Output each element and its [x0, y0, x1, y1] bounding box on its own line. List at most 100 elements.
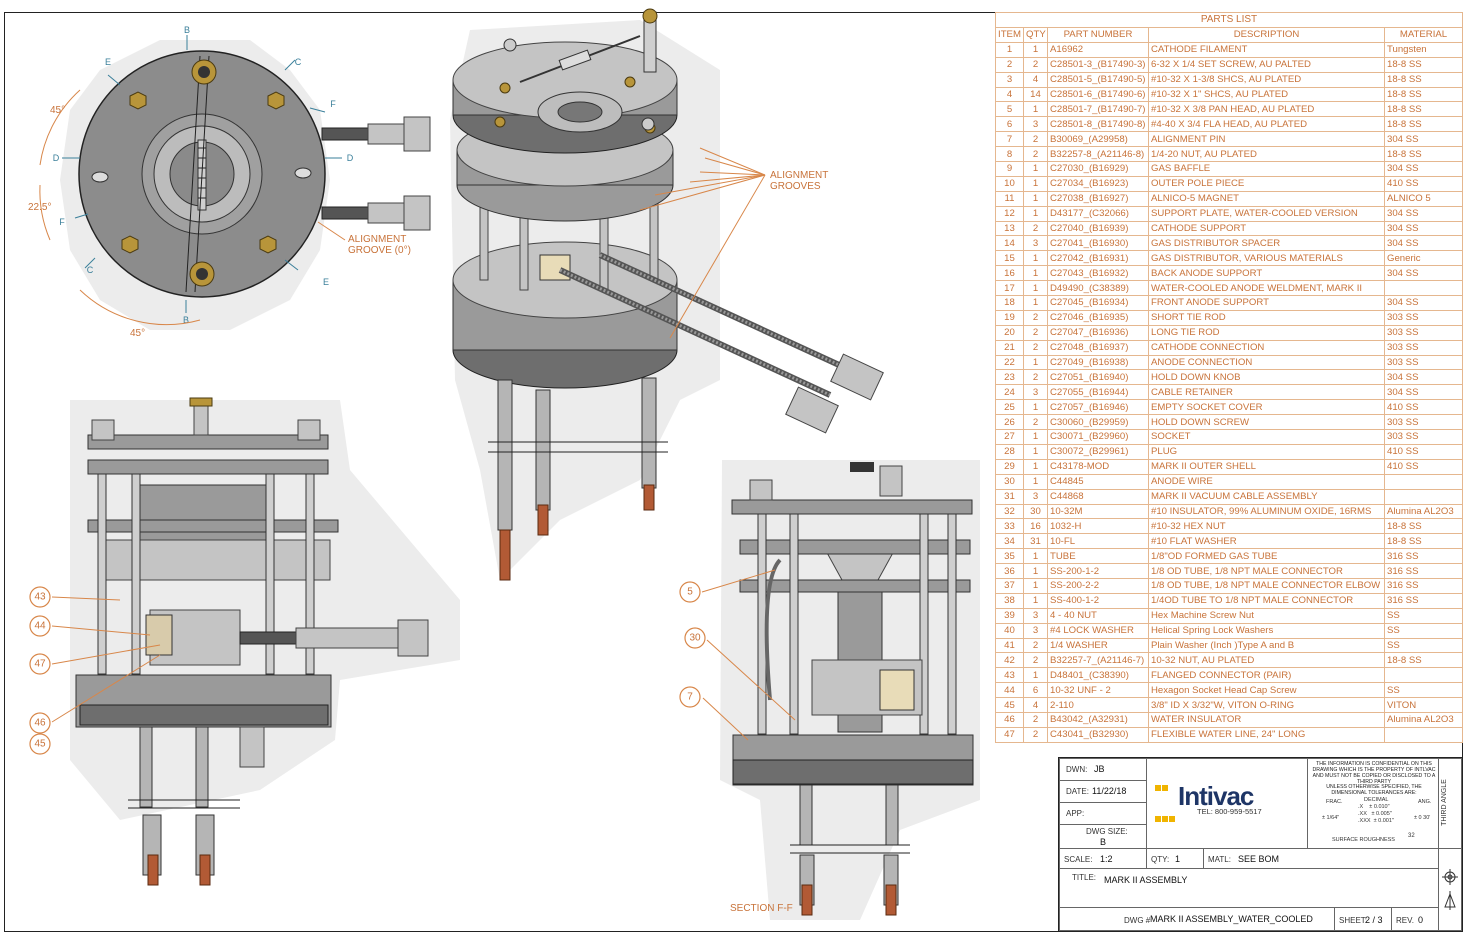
cell-description: 1/4OD TUBE TO 1/8 NPT MALE CONNECTOR — [1148, 592, 1385, 609]
cell-item: 26 — [995, 414, 1024, 431]
cell-qty: 2 — [1023, 56, 1048, 73]
col-description: DESCRIPTION — [1148, 27, 1385, 43]
surface-roughness-label: SURFACE ROUGHNESS — [1332, 837, 1395, 843]
cell-qty: 2 — [1023, 637, 1048, 654]
cell-part-number: C27055_(B16944) — [1047, 384, 1149, 401]
top-view: B B C C D D E E F F 45° 22.5° 45° ALIGNM… — [28, 25, 431, 339]
cell-qty: 1 — [1023, 577, 1048, 594]
cell-part-number: SS-200-2-2 — [1047, 577, 1149, 594]
parts-list-row: 20 2 C27047_(B16936) LONG TIE ROD 303 SS — [995, 324, 1463, 341]
cell-material — [1384, 473, 1463, 490]
cell-item: 1 — [995, 41, 1024, 58]
cell-qty: 1 — [1023, 399, 1048, 416]
cell-material: 316 SS — [1384, 548, 1463, 565]
tolerance-cell: THE INFORMATION IS CONFIDENTIAL ON THIS … — [1307, 758, 1439, 849]
dwg-size-value: B — [1100, 837, 1107, 847]
cell-part-number: B32257-7_(A21146-7) — [1047, 652, 1149, 669]
decimal-label: DECIMAL — [1364, 797, 1389, 803]
cell-part-number: B30069_(A29958) — [1047, 131, 1149, 148]
cell-part-number: C44845 — [1047, 473, 1149, 490]
cell-qty: 4 — [1023, 697, 1048, 713]
ang-value: ± 0 30' — [1414, 815, 1431, 821]
cell-description: FLANGED CONNECTOR (PAIR) — [1148, 667, 1385, 684]
cell-item: 43 — [995, 667, 1024, 684]
cell-material: 18-8 SS — [1384, 116, 1463, 133]
dwn-cell: DWN: JB — [1059, 758, 1147, 781]
cell-material: Tungsten — [1384, 41, 1463, 58]
date-value: 11/22/18 — [1092, 786, 1127, 796]
cell-qty: 2 — [1023, 369, 1048, 386]
cell-item: 4 — [995, 86, 1024, 103]
cell-description: WATER-COOLED ANODE WELDMENT, MARK II — [1148, 280, 1385, 297]
cell-part-number: D43177_(C32066) — [1047, 205, 1149, 222]
cell-qty: 30 — [1023, 503, 1048, 520]
parts-list-table: PARTS LIST ITEM QTY PART NUMBER DESCRIPT… — [995, 12, 1463, 743]
cell-item: 47 — [995, 726, 1024, 743]
cell-item: 14 — [995, 235, 1024, 252]
cell-qty: 2 — [1023, 339, 1048, 356]
cell-part-number: 4 - 40 NUT — [1047, 607, 1149, 624]
cell-item: 20 — [995, 324, 1024, 341]
view-letter-e-bottom: E — [323, 277, 329, 287]
parts-list-row: 4 14 C28501-6_(B17490-6) #10-32 X 1" SHCS, … — [995, 86, 1463, 103]
cell-qty: 1 — [1023, 161, 1048, 177]
cell-description: Hexagon Socket Head Cap Screw — [1148, 682, 1385, 699]
cell-part-number: #4 LOCK WASHER — [1047, 622, 1149, 639]
cell-item: 29 — [995, 458, 1024, 475]
cell-material: 303 SS — [1384, 354, 1463, 371]
cell-material: 18-8 SS — [1384, 101, 1463, 118]
title-cell: TITLE: MARK II ASSEMBLY — [1059, 868, 1439, 908]
cell-material: 304 SS — [1384, 369, 1463, 386]
cell-item: 11 — [995, 190, 1024, 207]
parts-list-row: 21 2 C27048_(B16937) CATHODE CONNECTION 303 … — [995, 339, 1463, 356]
cell-item: 33 — [995, 518, 1024, 535]
drawing-views: B B C C D D E E F F 45° 22.5° 45° ALIGNM… — [28, 8, 980, 920]
cell-description: WATER INSULATOR — [1148, 711, 1385, 728]
cell-material: SS — [1384, 682, 1463, 699]
cell-qty: 3 — [1023, 622, 1048, 639]
third-angle-label: THIRD ANGLE — [1440, 779, 1448, 826]
cell-item: 12 — [995, 205, 1024, 222]
date-label: DATE: — [1066, 787, 1089, 796]
cell-item: 8 — [995, 146, 1024, 163]
callout-44: 44 — [34, 621, 46, 632]
cell-description: ANODE WIRE — [1148, 473, 1385, 490]
alignment-groove-0-line2: GROOVE (0°) — [348, 245, 411, 256]
cell-part-number: C43178-MOD — [1047, 458, 1149, 475]
parts-list-row: 39 3 4 - 40 NUT Hex Machine Screw Nut SS — [995, 607, 1463, 624]
cell-description: #10 INSULATOR, 99% ALUMINUM OXIDE, 16RMS — [1148, 503, 1385, 520]
cell-material: 18-8 SS — [1384, 518, 1463, 535]
cell-description: HOLD DOWN KNOB — [1148, 369, 1385, 386]
cell-part-number: 1/4 WASHER — [1047, 637, 1149, 654]
parts-list-row: 43 1 D48401_(C38390) FLANGED CONNECTOR (PAI… — [995, 667, 1463, 684]
parts-list-row: 1 1 A16962 CATHODE FILAMENT Tungsten — [995, 41, 1463, 58]
cell-qty: 1 — [1023, 667, 1048, 684]
cell-description: SOCKET — [1148, 429, 1385, 445]
cell-material: 304 SS — [1384, 161, 1463, 177]
app-cell: APP: — [1059, 802, 1147, 825]
cell-item: 40 — [995, 622, 1024, 639]
cell-description: GAS BAFFLE — [1148, 161, 1385, 177]
cell-item: 9 — [995, 161, 1024, 177]
cell-description: #4-40 X 3/4 FLA HEAD, AU PLATED — [1148, 116, 1385, 133]
col-qty: QTY — [1023, 27, 1048, 43]
sheet-label: SHEET: — [1339, 916, 1368, 925]
cell-item: 37 — [995, 577, 1024, 594]
parts-list-row: 15 1 C27042_(B16931) GAS DISTRIBUTOR, VARIO… — [995, 250, 1463, 267]
cell-part-number: C28501-7_(B17490-7) — [1047, 101, 1149, 118]
qty-cell: QTY: 1 — [1146, 848, 1204, 869]
cell-description: ALIGNMENT PIN — [1148, 131, 1385, 148]
decimal-xxx: .XXX ± 0.001" — [1358, 818, 1394, 824]
parts-list-row: 16 1 C27043_(B16932) BACK ANODE SUPPORT 304 … — [995, 265, 1463, 282]
cell-material: 18-8 SS — [1384, 71, 1463, 88]
cell-material — [1384, 280, 1463, 297]
callout-30: 30 — [689, 633, 701, 644]
angle-22-5: 22.5° — [28, 202, 51, 213]
surface-roughness-value: 32 — [1408, 833, 1415, 839]
cell-description: CATHODE SUPPORT — [1148, 220, 1385, 237]
cell-part-number: C28501-6_(B17490-6) — [1047, 86, 1149, 103]
dwn-value: JB — [1094, 764, 1105, 774]
confidential-note: THE INFORMATION IS CONFIDENTIAL ON THIS … — [1312, 761, 1436, 785]
cell-description: CATHODE CONNECTION — [1148, 339, 1385, 356]
cell-qty: 1 — [1023, 563, 1048, 579]
